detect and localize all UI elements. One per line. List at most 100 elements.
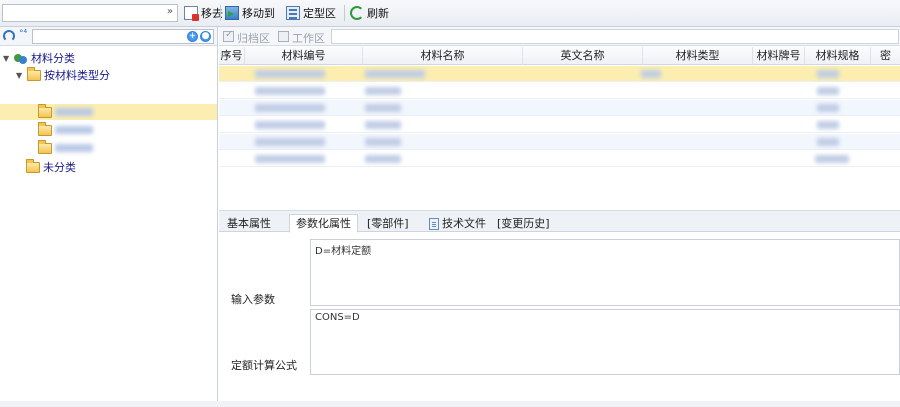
tab-technical-documents[interactable]: 技术文件 bbox=[423, 214, 492, 233]
tree-node-by-type[interactable]: ▼ 按材料类型分 bbox=[16, 66, 110, 83]
refresh-button[interactable]: 刷新 bbox=[350, 4, 389, 22]
work-checkbox[interactable] bbox=[278, 31, 289, 42]
archive-checkbox[interactable] bbox=[223, 29, 234, 42]
table-row[interactable] bbox=[219, 66, 900, 82]
category-tree-panel: °⁴ + ● ▼ 材料分类 ▼ 按材料类型分 未分类 bbox=[0, 27, 218, 407]
expand-arrow-icon[interactable]: ▼ bbox=[16, 71, 24, 80]
tree-node-uncategorized[interactable]: 未分类 bbox=[26, 158, 76, 175]
category-icon bbox=[14, 52, 28, 64]
add-icon[interactable]: + bbox=[187, 31, 198, 42]
redacted-cell bbox=[255, 155, 325, 163]
redacted-cell bbox=[365, 155, 401, 163]
redacted-cell bbox=[365, 70, 425, 78]
table-row[interactable] bbox=[219, 83, 900, 99]
redacted-cell bbox=[255, 121, 325, 129]
tab-parametric-properties[interactable]: 参数化属性 bbox=[289, 214, 358, 233]
chevron-double-down-icon[interactable]: » bbox=[167, 6, 173, 17]
folder-icon bbox=[38, 139, 52, 154]
toolbar-divider bbox=[344, 5, 345, 21]
tab-change-history[interactable]: [变更历史] bbox=[491, 214, 556, 233]
move-away-button[interactable]: 移去 bbox=[184, 4, 223, 22]
material-list-panel: 归档区 工作区 序号 材料编号 材料名称 英文名称 材料类型 材料牌号 材料规格… bbox=[219, 27, 900, 407]
redacted-cell bbox=[817, 104, 839, 112]
redacted-cell bbox=[365, 104, 401, 112]
redacted-label bbox=[55, 126, 93, 134]
column-header[interactable]: 密 bbox=[871, 47, 900, 65]
document-remove-icon bbox=[184, 6, 199, 21]
column-header[interactable]: 材料牌号 bbox=[753, 47, 805, 65]
column-header[interactable]: 序号 bbox=[219, 47, 245, 65]
table-row[interactable] bbox=[219, 151, 900, 167]
detail-tabs: 基本属性 参数化属性 [零部件] 技术文件 [变更历史] bbox=[219, 210, 900, 233]
redacted-cell bbox=[815, 155, 849, 163]
toolbar-divider bbox=[220, 5, 221, 21]
filter-icon[interactable]: °⁴ bbox=[19, 29, 27, 39]
region-label: 定型区 bbox=[303, 7, 336, 20]
region-filter-bar: 归档区 工作区 bbox=[219, 27, 900, 46]
folder-icon bbox=[38, 103, 52, 118]
grid-header: 序号 材料编号 材料名称 英文名称 材料类型 材料牌号 材料规格 密 bbox=[219, 47, 900, 65]
tree-node-leaf[interactable] bbox=[38, 103, 93, 120]
tab-label: 基本属性 bbox=[227, 217, 271, 230]
redacted-cell bbox=[255, 138, 325, 146]
region-button[interactable]: 定型区 bbox=[286, 4, 336, 22]
tab-parts[interactable]: [零部件] bbox=[361, 214, 415, 233]
main-toolbar: » 移去 移动到 定型区 刷新 bbox=[0, 0, 900, 27]
redacted-cell bbox=[817, 121, 839, 129]
tree-node-root[interactable]: ▼ 材料分类 bbox=[3, 50, 75, 66]
column-header[interactable]: 材料名称 bbox=[363, 47, 523, 65]
folder-icon bbox=[27, 66, 41, 81]
table-row[interactable] bbox=[219, 117, 900, 133]
material-grid: 序号 材料编号 材料名称 英文名称 材料类型 材料牌号 材料规格 密 bbox=[219, 47, 900, 213]
column-header[interactable]: 材料规格 bbox=[805, 47, 871, 65]
input-params-label: 输入参数 bbox=[231, 293, 275, 306]
column-header[interactable]: 英文名称 bbox=[523, 47, 643, 65]
redacted-cell bbox=[817, 87, 839, 95]
redacted-label bbox=[55, 108, 93, 116]
work-label: 工作区 bbox=[292, 32, 325, 45]
filter-input[interactable] bbox=[331, 29, 899, 44]
redacted-cell bbox=[255, 104, 325, 112]
refresh-icon bbox=[350, 6, 364, 20]
refresh-label: 刷新 bbox=[367, 7, 389, 20]
tree-node-label: 材料分类 bbox=[31, 52, 75, 65]
status-bar bbox=[0, 401, 900, 407]
archive-label: 归档区 bbox=[237, 32, 270, 45]
list-window-icon bbox=[286, 6, 300, 20]
tree-node-label: 未分类 bbox=[43, 161, 76, 174]
table-row[interactable] bbox=[219, 134, 900, 150]
input-params-field[interactable]: D=材料定额 bbox=[310, 239, 900, 306]
formula-field[interactable]: CONS=D bbox=[310, 309, 900, 375]
refresh-icon[interactable] bbox=[3, 30, 15, 42]
move-to-label: 移动到 bbox=[242, 7, 275, 20]
column-header[interactable]: 材料类型 bbox=[643, 47, 753, 65]
redacted-cell bbox=[255, 87, 325, 95]
column-header[interactable]: 材料编号 bbox=[245, 47, 363, 65]
tree-node-label: 按材料类型分 bbox=[44, 69, 110, 82]
tree-toolbar: °⁴ + ● bbox=[0, 27, 217, 46]
redacted-cell bbox=[365, 87, 401, 95]
tree-node-leaf[interactable] bbox=[38, 139, 93, 156]
document-icon bbox=[429, 217, 439, 230]
tree-selection-highlight bbox=[0, 104, 217, 120]
redacted-cell bbox=[817, 70, 839, 78]
table-row[interactable] bbox=[219, 100, 900, 116]
redacted-cell bbox=[255, 70, 325, 78]
tab-basic-properties[interactable]: 基本属性 bbox=[221, 214, 277, 233]
tab-label: 技术文件 bbox=[442, 217, 486, 230]
redacted-cell bbox=[365, 138, 401, 146]
formula-label: 定额计算公式 bbox=[231, 359, 297, 372]
move-to-button[interactable]: 移动到 bbox=[225, 4, 275, 22]
parametric-form: 输入参数 D=材料定额 定额计算公式 CONS=D bbox=[219, 233, 900, 407]
redacted-label bbox=[55, 144, 93, 152]
tab-label: [变更历史] bbox=[497, 217, 550, 230]
tree-search-input[interactable]: + ● bbox=[32, 29, 214, 44]
expand-arrow-icon[interactable]: ▼ bbox=[3, 54, 11, 63]
tab-label: [零部件] bbox=[367, 217, 409, 230]
locate-icon[interactable]: ● bbox=[200, 31, 211, 42]
folder-icon bbox=[38, 121, 52, 136]
folder-move-icon bbox=[225, 6, 239, 20]
tree-node-leaf[interactable] bbox=[38, 121, 93, 138]
scope-combo[interactable]: » bbox=[2, 4, 178, 22]
redacted-cell bbox=[817, 138, 839, 146]
